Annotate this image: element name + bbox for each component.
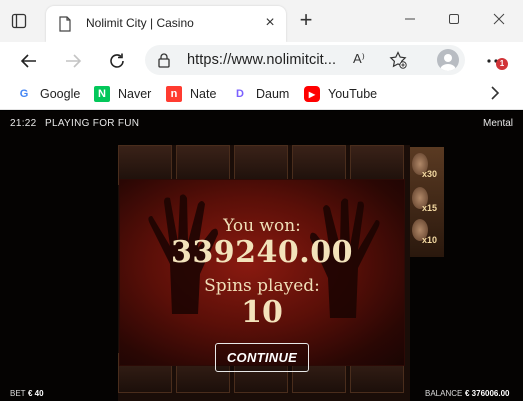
address-bar[interactable]: https://www.nolimitcit... A⁾ xyxy=(145,45,465,75)
spins-label: Spins played: xyxy=(204,276,320,296)
multiplier-label: x30 xyxy=(422,169,438,179)
page-icon xyxy=(58,16,72,32)
naver-icon: N xyxy=(94,86,110,102)
back-arrow-icon[interactable] xyxy=(18,50,40,72)
new-tab-icon[interactable]: + xyxy=(296,9,316,31)
profile-avatar[interactable] xyxy=(437,49,459,71)
spins-count: 10 xyxy=(241,295,283,330)
chevron-right-icon[interactable] xyxy=(488,84,506,104)
close-tab-icon[interactable]: × xyxy=(262,15,278,31)
add-favorite-icon[interactable] xyxy=(389,51,407,69)
bookmark-nate[interactable]: n Nate xyxy=(166,85,216,103)
browser-nav-bar: https://www.nolimitcit... A⁾ xyxy=(0,42,523,78)
refresh-icon[interactable] xyxy=(106,50,128,72)
bookmark-naver[interactable]: N Naver xyxy=(94,85,151,103)
game-name: Mental xyxy=(482,118,513,129)
bookmarks-bar: G Google N Naver n Nate D Daum ▶ YouTube xyxy=(0,78,523,110)
bet-label: BET xyxy=(10,389,26,398)
win-label: You won: xyxy=(223,216,301,236)
nate-icon: n xyxy=(166,86,182,102)
bookmark-label: Nate xyxy=(190,87,217,101)
lock-icon[interactable] xyxy=(157,52,173,68)
balance-value: € 376006.00 xyxy=(465,389,510,398)
close-window-icon[interactable] xyxy=(489,10,509,30)
browser-tab[interactable]: Nolimit City | Casino × xyxy=(46,6,286,42)
bookmark-google[interactable]: G Google xyxy=(16,85,81,103)
bookmark-youtube[interactable]: ▶ YouTube xyxy=(304,85,377,103)
notification-badge: 1 xyxy=(496,58,508,70)
multiplier-label: x10 xyxy=(422,235,438,245)
read-aloud-icon[interactable]: A⁾ xyxy=(353,51,373,69)
game-viewport[interactable]: 21:22 PLAYING FOR FUN Mental x30 x15 x10… xyxy=(0,111,523,401)
tab-title: Nolimit City | Casino xyxy=(86,16,194,30)
daum-icon: D xyxy=(236,88,244,100)
bookmark-label: YouTube xyxy=(328,87,378,101)
continue-button[interactable]: CONTINUE xyxy=(215,343,309,372)
play-mode-label: PLAYING FOR FUN xyxy=(45,118,140,129)
bookmark-label: Google xyxy=(40,87,81,101)
browser-tab-bar: Nolimit City | Casino × + xyxy=(0,0,523,42)
multiplier-label: x15 xyxy=(422,203,438,213)
bookmark-label: Naver xyxy=(118,87,152,101)
win-amount: 339240.00 xyxy=(171,235,353,270)
maximize-icon[interactable] xyxy=(444,10,464,30)
bookmark-label: Daum xyxy=(256,87,290,101)
minimize-icon[interactable] xyxy=(400,10,420,30)
bet-value: € 40 xyxy=(28,389,44,398)
tab-actions-icon[interactable] xyxy=(8,10,30,32)
win-panel: You won: 339240.00 Spins played: 10 xyxy=(119,179,405,366)
url-text[interactable]: https://www.nolimitcit... xyxy=(187,52,336,68)
balance-label: BALANCE xyxy=(425,389,463,398)
bookmark-daum[interactable]: D Daum xyxy=(232,85,289,103)
clock-time: 21:22 xyxy=(10,118,37,129)
forward-arrow-icon[interactable] xyxy=(62,50,84,72)
google-icon: G xyxy=(19,88,29,100)
youtube-icon: ▶ xyxy=(304,86,320,102)
